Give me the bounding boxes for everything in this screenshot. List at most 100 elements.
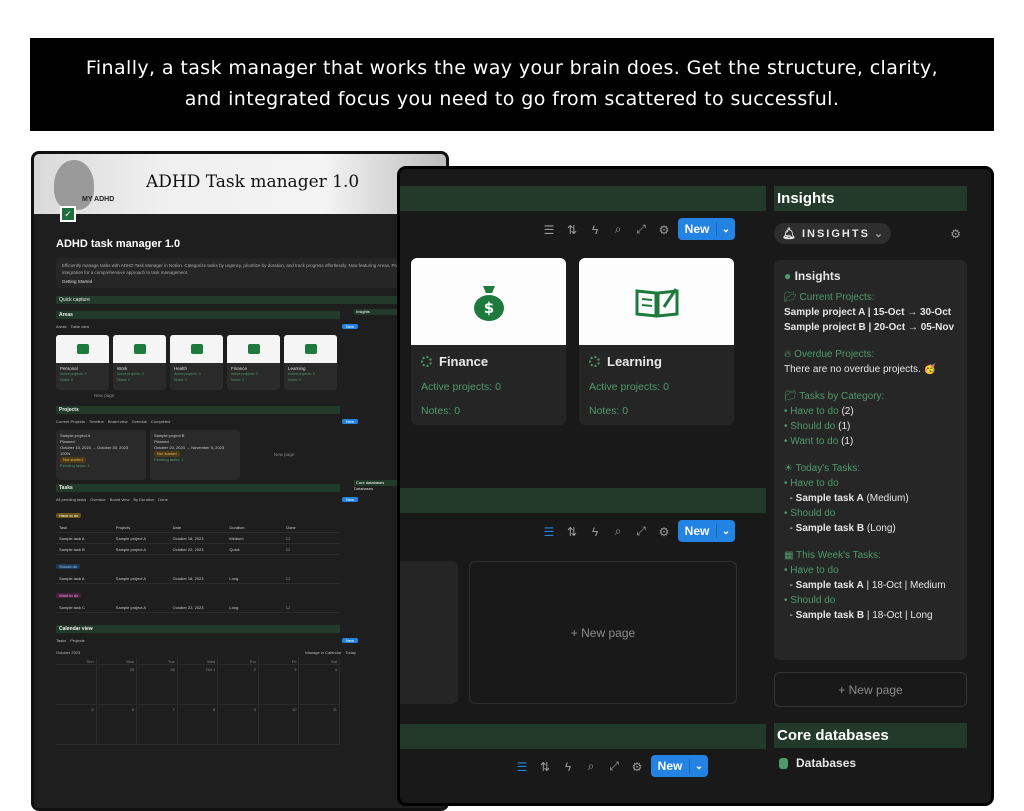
view-tab-overdue[interactable]: Overdue: [90, 497, 105, 502]
view-tab-board[interactable]: Board view: [110, 497, 130, 502]
calendar-cell[interactable]: Oct 1: [177, 665, 219, 705]
calendar-cell[interactable]: 11: [299, 705, 340, 745]
search-icon[interactable]: ⌕: [612, 222, 624, 237]
table-row[interactable]: Sample task A Sample project A October 18,…: [56, 573, 340, 584]
manage-calendar-button[interactable]: Manage in Calendar: [305, 650, 341, 655]
done-checkbox[interactable]: ☐: [283, 605, 340, 610]
tasks-toolbar: All pending tasks Overdue Board view By …: [56, 495, 446, 504]
area-card-finance[interactable]: $ Finance Active projects: 0 Notes: 0: [411, 258, 566, 425]
quick-capture-toggle[interactable]: Quick capture: [56, 296, 436, 304]
view-tab-completed[interactable]: Completed: [151, 419, 170, 424]
area-notes: Notes: 0: [174, 378, 188, 382]
project-card[interactable]: Sample project A Planned October 15, 202…: [56, 430, 146, 480]
view-tab-duration[interactable]: By Duration: [133, 497, 154, 502]
area-card[interactable]: Personal Active projects: 0 Notes: 0: [56, 335, 109, 390]
calendar-cell[interactable]: 5: [56, 705, 97, 745]
today-button[interactable]: Today: [345, 650, 356, 655]
databases-label: Databases: [796, 756, 857, 770]
search-icon[interactable]: ⌕: [585, 759, 597, 774]
project-card[interactable]: Sample project B Planned October 20, 202…: [150, 430, 240, 480]
calendar-cell[interactable]: 6: [96, 705, 138, 745]
automation-icon[interactable]: ϟ: [589, 223, 601, 237]
today-task-name: Sample task A: [795, 493, 864, 504]
area-notes: Notes: 0: [231, 378, 245, 382]
view-tab-overdue[interactable]: Overdue: [132, 419, 147, 424]
group-want-to-do[interactable]: Want to do: [56, 593, 82, 598]
area-card[interactable]: Work Active projects: 0 Notes: 0: [113, 335, 166, 390]
search-icon[interactable]: ⌕: [612, 524, 624, 539]
calendar-cell[interactable]: [56, 665, 97, 705]
today-task-item[interactable]: - Sample task A (Medium): [784, 491, 957, 506]
filter-icon[interactable]: ☰: [516, 760, 528, 774]
week-task-item[interactable]: - Sample task A | 18-Oct | Medium: [784, 578, 957, 593]
calendar-cell[interactable]: 4: [299, 665, 340, 705]
new-button[interactable]: New ⌄: [678, 218, 735, 240]
calendar-cell[interactable]: 25: [96, 665, 138, 705]
view-tab-projects[interactable]: Projects: [70, 638, 84, 643]
settings-icon[interactable]: ⚙: [658, 223, 670, 237]
done-checkbox[interactable]: ☐: [283, 576, 340, 581]
insights-view-tab[interactable]: 🔔︎ INSIGHTS ⌄: [774, 223, 892, 244]
calendar-cell[interactable]: 3: [258, 665, 300, 705]
checkbox-icon[interactable]: ✓: [60, 206, 76, 222]
project-card-partial[interactable]: [400, 561, 458, 704]
current-project-item[interactable]: Sample project A | 15-Oct → 30-Oct: [784, 305, 957, 320]
filter-icon[interactable]: ☰: [543, 525, 555, 539]
view-tab-board[interactable]: Board view: [108, 419, 128, 424]
automation-icon[interactable]: ϟ: [562, 760, 574, 774]
calendar-cell[interactable]: 8: [177, 705, 219, 745]
expand-icon[interactable]: ⤢: [608, 759, 620, 774]
view-tab-table[interactable]: Table view: [70, 324, 89, 329]
new-page-link[interactable]: New page: [244, 430, 294, 480]
filter-icon[interactable]: ☰: [543, 223, 555, 237]
chevron-down-icon[interactable]: ⌄: [717, 224, 735, 235]
today-task-item[interactable]: - Sample task B (Long): [784, 521, 957, 536]
calendar-cell[interactable]: 2: [218, 665, 259, 705]
area-card[interactable]: Finance Active projects: 0 Notes: 0: [227, 335, 280, 390]
sort-icon[interactable]: ⇅: [539, 760, 551, 774]
calendar-cell[interactable]: 26: [137, 665, 178, 705]
automation-icon[interactable]: ϟ: [589, 525, 601, 539]
chevron-down-icon[interactable]: ⌄: [717, 526, 735, 537]
calendar-cell[interactable]: 9: [218, 705, 259, 745]
new-button-mini[interactable]: New: [341, 638, 358, 643]
current-project-item[interactable]: Sample project B | 20-Oct → 05-Nov: [784, 320, 957, 335]
table-row[interactable]: Sample task B Sample project A October 22,…: [56, 544, 340, 555]
area-card[interactable]: Learning Active projects: 0 Notes: 0: [284, 335, 337, 390]
done-checkbox[interactable]: ☐: [283, 547, 340, 552]
new-button[interactable]: New ⌄: [678, 520, 735, 542]
area-card[interactable]: Health Active projects: 0 Notes: 0: [170, 335, 223, 390]
bell-icon: 🔔︎: [782, 228, 798, 240]
getting-started-link[interactable]: Getting Started: [62, 278, 430, 285]
area-card-learning[interactable]: Learning Active projects: 0 Notes: 0: [579, 258, 734, 425]
view-tab-tasks[interactable]: Tasks: [56, 638, 66, 643]
view-tab-all[interactable]: All pending tasks: [56, 497, 86, 502]
table-row[interactable]: Sample task A Sample project A October 18,…: [56, 533, 340, 544]
databases-link[interactable]: Databases: [774, 756, 967, 770]
settings-icon[interactable]: ⚙: [658, 525, 670, 539]
new-page-button[interactable]: + New page: [469, 561, 737, 704]
group-have-to-do[interactable]: Have to do: [56, 513, 82, 518]
calendar-cell[interactable]: 7: [137, 705, 178, 745]
settings-icon[interactable]: ⚙: [631, 760, 643, 774]
sort-icon[interactable]: ⇅: [566, 223, 578, 237]
view-tab-timeline[interactable]: Timeline: [89, 419, 104, 424]
new-button-mini[interactable]: New: [341, 497, 358, 502]
settings-icon[interactable]: ⚙: [950, 227, 961, 241]
sort-icon[interactable]: ⇅: [566, 525, 578, 539]
expand-icon[interactable]: ⤢: [635, 524, 647, 539]
calendar-cell[interactable]: 10: [258, 705, 300, 745]
new-page-button[interactable]: + New page: [774, 672, 967, 707]
view-tab-current[interactable]: Current Projects: [56, 419, 85, 424]
new-button[interactable]: New ⌄: [651, 755, 708, 777]
view-tab-areas[interactable]: Areas: [56, 324, 66, 329]
group-should-do[interactable]: Should do: [56, 564, 81, 569]
expand-icon[interactable]: ⤢: [635, 222, 647, 237]
chevron-down-icon[interactable]: ⌄: [690, 761, 708, 772]
done-checkbox[interactable]: ☐: [283, 536, 340, 541]
overdue-label-text: Overdue Projects:: [794, 349, 875, 360]
view-tab-done[interactable]: Done: [158, 497, 168, 502]
week-task-item[interactable]: - Sample task B | 18-Oct | Long: [784, 608, 957, 623]
category-count: (1): [841, 436, 854, 447]
table-row[interactable]: Sample task C Sample project A October 22,…: [56, 602, 340, 613]
